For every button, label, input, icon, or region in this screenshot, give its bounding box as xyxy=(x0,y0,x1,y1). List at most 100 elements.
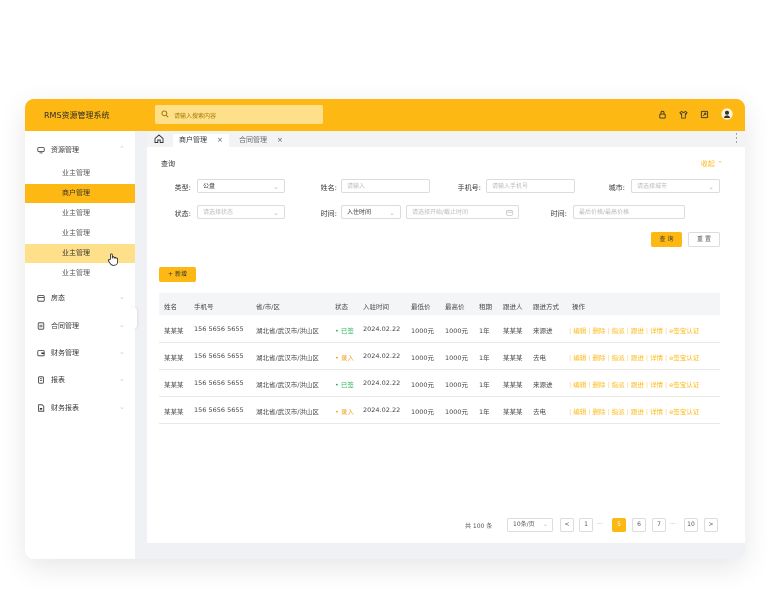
action-link[interactable]: 跟进 xyxy=(631,408,644,416)
page-button-10[interactable]: 10 xyxy=(684,518,698,532)
search-placeholder: 请输入搜索内容 xyxy=(174,113,217,120)
prev-page-button[interactable]: < xyxy=(560,518,574,532)
sidebar-item-merchant[interactable]: 商户管理 xyxy=(25,184,135,203)
search-input[interactable]: 请输入搜索内容 xyxy=(155,105,323,124)
time-range-picker[interactable]: 请选择开始/截止时间 xyxy=(406,205,519,219)
status-select[interactable]: 请选择状态 ⌄ xyxy=(197,205,285,219)
chevron-down-icon: ⌄ xyxy=(119,403,125,411)
action-link[interactable]: 跟进 xyxy=(631,381,644,389)
close-icon[interactable]: × xyxy=(217,136,223,144)
action-link[interactable]: 编辑 xyxy=(573,327,586,335)
pagination-ellipsis[interactable]: ··· xyxy=(670,521,676,528)
sidebar-group-finance-report[interactable]: 财务报表 ⌄ xyxy=(37,403,125,413)
action-link[interactable]: 编辑 xyxy=(573,408,586,416)
action-link[interactable]: 详情 xyxy=(650,408,663,416)
shirt-icon[interactable] xyxy=(679,110,688,119)
collapse-filter-link[interactable]: 收起 ⌃ xyxy=(701,159,723,169)
action-link[interactable]: e签宝认证 xyxy=(669,354,699,362)
action-separator: | xyxy=(588,408,591,416)
name-label: 姓名: xyxy=(320,184,337,192)
tab-merchant[interactable]: 商户管理 × xyxy=(173,134,229,147)
action-link[interactable]: 删除 xyxy=(592,408,605,416)
column-header: 操作 xyxy=(572,303,585,311)
column-header: 最高价 xyxy=(445,303,465,311)
action-link[interactable]: e签宝认证 xyxy=(669,408,699,416)
action-link[interactable]: 详情 xyxy=(650,354,663,362)
cell-status: • 已签 xyxy=(335,381,354,389)
pagination-total: 共 100 条 xyxy=(465,523,493,530)
action-link[interactable]: 指派 xyxy=(612,327,625,335)
phone-input[interactable]: 请输入手机号 xyxy=(486,179,575,193)
tab-contract[interactable]: 合同管理 × xyxy=(233,134,289,147)
sidebar-item-owner-1[interactable]: 业主管理 xyxy=(25,164,135,183)
sidebar-group-contract[interactable]: 合同管理 ⌄ xyxy=(37,321,125,331)
price-placeholder: 最后价格/最高价格 xyxy=(579,209,630,216)
time-type-select[interactable]: 入住时间 ⌄ xyxy=(341,205,401,219)
query-button[interactable]: 查 询 xyxy=(651,232,682,247)
action-link[interactable]: 编辑 xyxy=(573,381,586,389)
price-range-input[interactable]: 最后价格/最高价格 xyxy=(573,205,685,219)
sidebar-item-owner-3[interactable]: 业主管理 xyxy=(25,224,135,243)
action-link[interactable]: e签宝认证 xyxy=(669,381,699,389)
cell-region: 湖北省/武汉市/洪山区 xyxy=(256,354,319,362)
action-link[interactable]: 指派 xyxy=(612,381,625,389)
action-link[interactable]: 编辑 xyxy=(573,354,586,362)
cell-max: 1000元 xyxy=(445,327,469,335)
sidebar-group-resource[interactable]: 资源管理 ⌃ xyxy=(37,145,125,155)
sidebar-group-label: 房态 xyxy=(51,294,65,302)
city-placeholder: 请选择城市 xyxy=(637,183,668,190)
column-header: 省/市/区 xyxy=(256,303,280,311)
sidebar-group-room-status[interactable]: 房态 ⌄ xyxy=(37,293,125,303)
sidebar-group-report[interactable]: 报表 ⌄ xyxy=(37,375,125,385)
cell-phone: 156 5656 5655 xyxy=(194,379,244,387)
action-link[interactable]: 跟进 xyxy=(631,354,644,362)
sidebar-item-owner-5[interactable]: 业主管理 xyxy=(25,264,135,283)
action-link[interactable]: 详情 xyxy=(650,327,663,335)
action-separator: | xyxy=(569,327,572,335)
next-page-button[interactable]: > xyxy=(704,518,718,532)
action-link[interactable]: 删除 xyxy=(592,354,605,362)
home-icon[interactable] xyxy=(154,134,164,143)
tab-label: 商户管理 xyxy=(179,136,207,144)
status-label: 状态: xyxy=(174,210,191,218)
sidebar-collapse-handle[interactable] xyxy=(131,307,137,329)
page-size-select[interactable]: 10条/页 ⌄ xyxy=(507,518,553,532)
action-separator: | xyxy=(626,408,629,416)
page-button-5[interactable]: 5 xyxy=(612,518,626,532)
action-link[interactable]: 指派 xyxy=(612,354,625,362)
action-link[interactable]: 删除 xyxy=(592,327,605,335)
cell-date: 2024.02.22 xyxy=(363,379,401,387)
pagination-ellipsis[interactable]: ··· xyxy=(597,521,603,528)
action-link[interactable]: 指派 xyxy=(612,408,625,416)
time-type-value: 入住时间 xyxy=(347,209,372,216)
name-placeholder: 请输入 xyxy=(347,183,366,190)
table-row: 某某某 156 5656 5655 湖北省/武汉市/洪山区 • 已签 2024.02.2… xyxy=(159,369,720,397)
close-icon[interactable]: × xyxy=(277,136,283,144)
cell-max: 1000元 xyxy=(445,408,469,416)
action-link[interactable]: 删除 xyxy=(592,381,605,389)
action-link[interactable]: 跟进 xyxy=(631,327,644,335)
cell-method: 去电 xyxy=(533,408,546,416)
action-separator: | xyxy=(569,381,572,389)
page-button-6[interactable]: 6 xyxy=(632,518,646,532)
lock-icon[interactable] xyxy=(658,110,667,119)
cell-name: 某某某 xyxy=(164,381,184,389)
more-icon[interactable]: · · · xyxy=(735,131,738,148)
type-select[interactable]: 公盘 ⌄ xyxy=(197,179,285,193)
sidebar-group-finance[interactable]: 财务管理 ⌄ xyxy=(37,348,125,358)
city-select[interactable]: 请选择城市 ⌄ xyxy=(631,179,720,193)
add-button[interactable]: + 新增 xyxy=(159,267,196,282)
sidebar-group-label: 报表 xyxy=(51,376,65,384)
avatar[interactable] xyxy=(721,108,733,120)
fullscreen-icon[interactable] xyxy=(700,110,709,119)
sidebar-item-owner-4[interactable]: 业主管理 xyxy=(25,244,135,263)
action-link[interactable]: 详情 xyxy=(650,381,663,389)
reset-button[interactable]: 重 置 xyxy=(688,232,720,247)
column-header: 最低价 xyxy=(411,303,431,311)
page-button-1[interactable]: 1 xyxy=(579,518,593,532)
page-button-7[interactable]: 7 xyxy=(652,518,666,532)
name-input[interactable]: 请输入 xyxy=(341,179,430,193)
action-link[interactable]: e签宝认证 xyxy=(669,327,699,335)
sidebar-item-owner-2[interactable]: 业主管理 xyxy=(25,204,135,223)
cell-min: 1000元 xyxy=(411,327,435,335)
